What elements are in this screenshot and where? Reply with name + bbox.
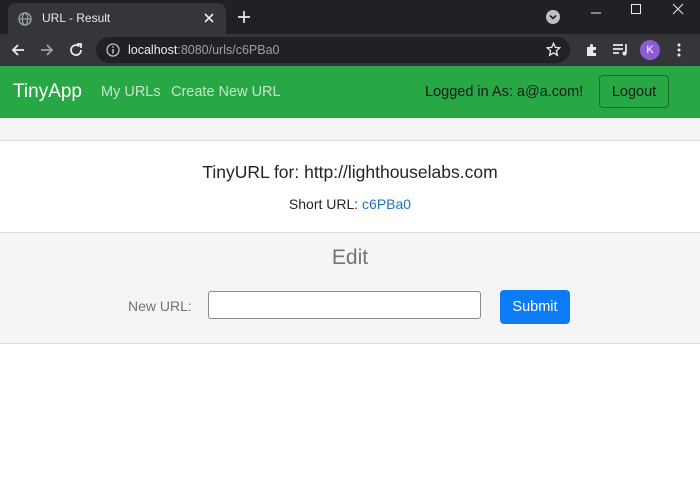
- forward-icon[interactable]: [39, 42, 55, 58]
- logout-button[interactable]: Logout: [599, 75, 669, 108]
- star-icon[interactable]: [545, 41, 562, 57]
- card-title: TinyURL for: http://lighthouselabs.com: [202, 162, 498, 182]
- new-url-label: New URL:: [128, 298, 192, 314]
- plus-icon[interactable]: [236, 9, 252, 25]
- edit-title: Edit: [331, 246, 369, 269]
- short-url-label: Short URL:: [288, 196, 363, 212]
- nav-create-new-url[interactable]: Create New URL: [171, 84, 281, 100]
- edit-section: Edit New URL: Submit: [0, 232, 700, 344]
- page-top-band: [0, 118, 700, 141]
- maximize-icon[interactable]: [630, 2, 642, 14]
- globe-icon: [18, 12, 32, 26]
- reload-icon[interactable]: [68, 42, 84, 58]
- url-path: :8080/urls/c6PBa0: [177, 43, 280, 57]
- short-url-line: Short URL: c6PBa0: [0, 196, 700, 212]
- logged-in-text: Logged in As: a@a.com!: [425, 84, 584, 100]
- media-icon[interactable]: [612, 42, 630, 58]
- url-host: localhost: [128, 43, 178, 57]
- close-icon[interactable]: [202, 11, 216, 25]
- new-url-input[interactable]: [208, 291, 481, 319]
- browser-tab[interactable]: URL - Result: [8, 3, 226, 34]
- tab-title: URL - Result: [42, 11, 111, 25]
- url-text: localhost:8080/urls/c6PBa0: [128, 43, 280, 57]
- back-icon[interactable]: [10, 42, 26, 58]
- brand-link[interactable]: TinyApp: [13, 81, 82, 103]
- nav-my-urls[interactable]: My URLs: [101, 84, 161, 100]
- info-icon[interactable]: [106, 43, 120, 57]
- address-bar[interactable]: localhost:8080/urls/c6PBa0: [96, 37, 570, 63]
- menu-icon[interactable]: [676, 42, 682, 58]
- browser-toolbar: localhost:8080/urls/c6PBa0 K: [0, 34, 700, 66]
- url-card: TinyURL for: http://lighthouselabs.com S…: [0, 141, 700, 232]
- app-navbar: TinyApp My URLs Create New URL Logged in…: [0, 66, 700, 118]
- extensions-icon[interactable]: [584, 42, 600, 58]
- browser-tab-strip: URL - Result: [0, 0, 700, 34]
- tab-search-icon[interactable]: [546, 10, 560, 24]
- minimize-icon[interactable]: [590, 6, 602, 18]
- avatar[interactable]: K: [640, 40, 660, 60]
- short-url-link[interactable]: c6PBa0: [362, 196, 411, 212]
- submit-button[interactable]: Submit: [500, 290, 570, 324]
- close-window-icon[interactable]: [672, 2, 684, 15]
